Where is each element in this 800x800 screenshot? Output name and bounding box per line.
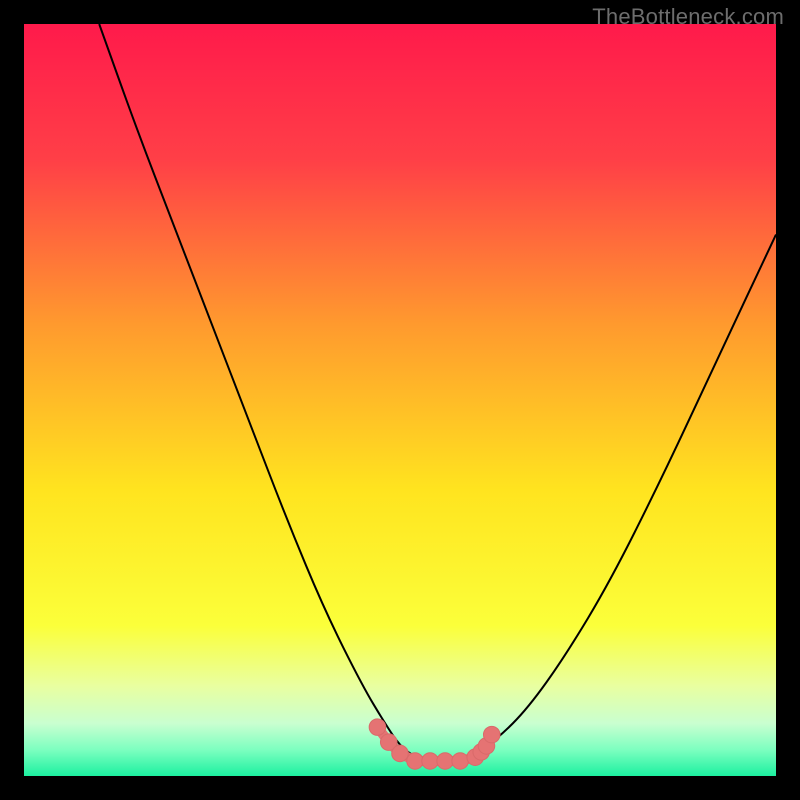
- outer-frame: TheBottleneck.com: [0, 0, 800, 800]
- chart-svg: [24, 24, 776, 776]
- series-left-curve: [99, 24, 430, 761]
- series-right-curve: [460, 235, 776, 761]
- marker-dot: [437, 753, 454, 770]
- marker-dot: [422, 753, 439, 770]
- marker-dot: [407, 753, 424, 770]
- plot-area: [24, 24, 776, 776]
- marker-dot: [452, 753, 469, 770]
- series-group: [99, 24, 776, 761]
- watermark-text: TheBottleneck.com: [592, 4, 784, 30]
- marker-dot: [369, 719, 386, 736]
- marker-dot: [392, 745, 409, 762]
- marker-dot: [483, 726, 500, 743]
- marker-group: [369, 719, 500, 769]
